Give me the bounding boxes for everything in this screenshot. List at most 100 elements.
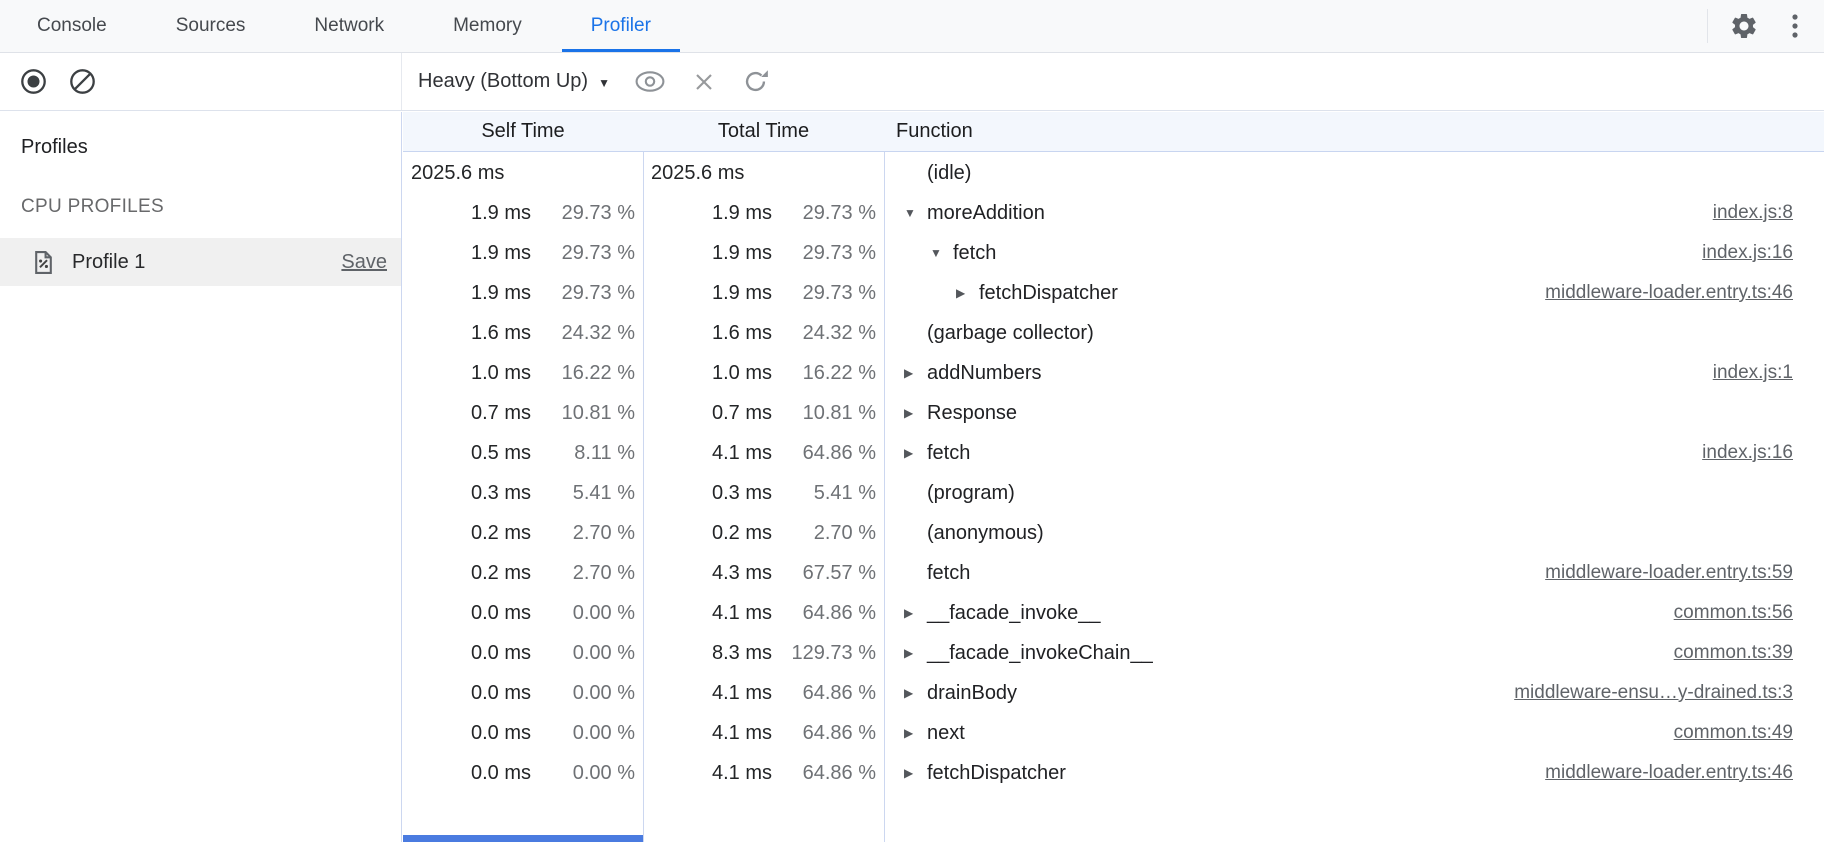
horizontal-scrollbar-thumb[interactable] bbox=[403, 835, 643, 842]
expand-right-icon[interactable]: ▶ bbox=[904, 646, 927, 660]
total-time-percent: 64.86 % bbox=[772, 762, 876, 785]
self-time-percent: 16.22 % bbox=[531, 362, 635, 385]
table-row[interactable]: 2025.6 ms2025.6 ms(idle) bbox=[403, 153, 1824, 193]
function-cell: ▼moreAddition index.js:8 bbox=[884, 202, 1824, 225]
self-time-ms: 0.0 ms bbox=[471, 642, 531, 665]
total-time-ms: 0.2 ms bbox=[712, 522, 772, 545]
self-time-cell: 0.0 ms0.00 % bbox=[403, 762, 643, 785]
expand-down-icon[interactable]: ▼ bbox=[904, 206, 927, 220]
profile-list-item[interactable]: Profile 1 Save bbox=[0, 238, 401, 286]
self-time-percent: 0.00 % bbox=[531, 722, 635, 745]
table-row[interactable]: 1.6 ms24.32 %1.6 ms24.32 %(garbage colle… bbox=[403, 313, 1824, 353]
record-button[interactable] bbox=[20, 68, 47, 95]
table-row[interactable]: 0.0 ms0.00 %4.1 ms64.86 %▶__facade_invok… bbox=[403, 593, 1824, 633]
expand-right-icon[interactable]: ▶ bbox=[904, 446, 927, 460]
self-time-cell: 1.6 ms24.32 % bbox=[403, 322, 643, 345]
expand-right-icon[interactable]: ▶ bbox=[904, 686, 927, 700]
source-location-link[interactable]: index.js:16 bbox=[1702, 442, 1824, 464]
tab-strip: ConsoleSourcesNetworkMemoryProfiler bbox=[0, 0, 680, 52]
source-location-link[interactable]: common.ts:56 bbox=[1674, 602, 1824, 624]
self-time-percent: 10.81 % bbox=[531, 402, 635, 425]
source-location-link[interactable]: middleware-loader.entry.ts:46 bbox=[1545, 762, 1824, 784]
self-time-column-header[interactable]: Self Time bbox=[403, 120, 643, 143]
function-name: (anonymous) bbox=[927, 522, 1044, 545]
restore-all-button[interactable] bbox=[742, 68, 769, 95]
total-time-cell: 1.0 ms16.22 % bbox=[643, 362, 884, 385]
table-header: Self Time Total Time Function bbox=[403, 112, 1824, 152]
total-time-ms: 4.1 ms bbox=[712, 442, 772, 465]
source-location-link[interactable]: common.ts:39 bbox=[1674, 642, 1824, 664]
table-row[interactable]: 0.0 ms0.00 %4.1 ms64.86 %▶fetchDispatche… bbox=[403, 753, 1824, 793]
profiler-toolbar: Heavy (Bottom Up) ▼ bbox=[0, 53, 1824, 111]
settings-button[interactable] bbox=[1729, 11, 1759, 41]
function-cell: ▶fetch index.js:16 bbox=[884, 442, 1824, 465]
total-time-cell: 0.7 ms10.81 % bbox=[643, 402, 884, 425]
table-row[interactable]: 1.0 ms16.22 %1.0 ms16.22 %▶addNumbersind… bbox=[403, 353, 1824, 393]
source-location-link[interactable]: middleware-loader.entry.ts:46 bbox=[1545, 282, 1824, 304]
function-column-header[interactable]: Function bbox=[884, 120, 1824, 143]
table-row[interactable]: 0.0 ms0.00 %4.1 ms64.86 %▶drainBodymiddl… bbox=[403, 673, 1824, 713]
self-time-percent: 2.70 % bbox=[531, 522, 635, 545]
tab-network[interactable]: Network bbox=[285, 0, 413, 52]
total-time-percent: 29.73 % bbox=[772, 242, 876, 265]
function-name: Response bbox=[927, 402, 1017, 425]
source-location-link[interactable]: index.js:16 bbox=[1702, 242, 1824, 264]
function-name: fetch bbox=[927, 442, 970, 465]
self-time-cell: 1.9 ms29.73 % bbox=[403, 282, 643, 305]
expand-down-icon[interactable]: ▼ bbox=[930, 246, 953, 260]
self-time-cell: 0.0 ms0.00 % bbox=[403, 602, 643, 625]
table-row[interactable]: 0.5 ms8.11 %4.1 ms64.86 %▶fetchindex.js:… bbox=[403, 433, 1824, 473]
expand-right-icon[interactable]: ▶ bbox=[904, 606, 927, 620]
expand-right-icon[interactable]: ▶ bbox=[904, 406, 927, 420]
source-location-link[interactable]: middleware-loader.entry.ts:59 bbox=[1545, 562, 1824, 584]
function-cell: ▶fetchDispatchermiddleware-loader.entry.… bbox=[884, 762, 1824, 785]
expand-right-icon[interactable]: ▶ bbox=[904, 366, 927, 380]
source-location-link[interactable]: index.js:8 bbox=[1713, 202, 1824, 224]
self-time-ms: 0.0 ms bbox=[471, 602, 531, 625]
total-time-cell: 0.2 ms2.70 % bbox=[643, 522, 884, 545]
clear-profiles-button[interactable] bbox=[69, 68, 96, 95]
record-icon bbox=[20, 68, 47, 95]
self-time-ms: 0.0 ms bbox=[471, 682, 531, 705]
save-profile-link[interactable]: Save bbox=[341, 251, 387, 274]
total-time-ms: 8.3 ms bbox=[712, 642, 772, 665]
profiles-sidebar: Profiles CPU PROFILES Profile 1 Save bbox=[0, 112, 402, 842]
refresh-icon bbox=[742, 68, 769, 95]
total-time-column-header[interactable]: Total Time bbox=[643, 120, 884, 143]
tab-bar-divider bbox=[1707, 9, 1708, 43]
table-row[interactable]: 0.3 ms5.41 %0.3 ms5.41 %(program) bbox=[403, 473, 1824, 513]
table-row[interactable]: 0.0 ms0.00 %4.1 ms64.86 %▶nextcommon.ts:… bbox=[403, 713, 1824, 753]
exclude-selected-button[interactable] bbox=[690, 68, 718, 96]
source-location-link[interactable]: common.ts:49 bbox=[1674, 722, 1824, 744]
tab-console[interactable]: Console bbox=[8, 0, 136, 52]
table-row[interactable]: 1.9 ms29.73 %1.9 ms29.73 %▶fetchDispatch… bbox=[403, 273, 1824, 313]
expand-right-icon[interactable]: ▶ bbox=[904, 766, 927, 780]
bottom-up-data-grid: Self Time Total Time Function 2025.6 ms2… bbox=[403, 112, 1824, 842]
function-cell: ▶__facade_invoke__common.ts:56 bbox=[884, 602, 1824, 625]
expand-right-icon[interactable]: ▶ bbox=[904, 726, 927, 740]
table-row[interactable]: 0.7 ms10.81 %0.7 ms10.81 %▶Response bbox=[403, 393, 1824, 433]
tab-profiler[interactable]: Profiler bbox=[562, 0, 680, 52]
total-time-percent: 24.32 % bbox=[772, 322, 876, 345]
focus-selected-button[interactable] bbox=[634, 70, 666, 93]
table-row[interactable]: 1.9 ms29.73 %1.9 ms29.73 %▼moreAdditioni… bbox=[403, 193, 1824, 233]
expand-right-icon[interactable]: ▶ bbox=[956, 286, 979, 300]
tab-sources[interactable]: Sources bbox=[147, 0, 275, 52]
function-name: moreAddition bbox=[927, 202, 1045, 225]
self-time-ms: 1.0 ms bbox=[471, 362, 531, 385]
table-row[interactable]: 1.9 ms29.73 %1.9 ms29.73 %▼fetchindex.js… bbox=[403, 233, 1824, 273]
self-time-ms: 0.0 ms bbox=[471, 722, 531, 745]
function-cell: (anonymous) bbox=[884, 522, 1824, 545]
total-time-ms: 4.3 ms bbox=[712, 562, 772, 585]
table-row[interactable]: 0.2 ms2.70 %4.3 ms67.57 %fetchmiddleware… bbox=[403, 553, 1824, 593]
profile-view-select[interactable]: Heavy (Bottom Up) ▼ bbox=[418, 70, 610, 93]
tab-memory[interactable]: Memory bbox=[424, 0, 551, 52]
more-options-button[interactable] bbox=[1780, 13, 1810, 39]
source-location-link[interactable]: middleware-ensu…y-drained.ts:3 bbox=[1514, 682, 1824, 704]
table-row[interactable]: 0.0 ms0.00 %8.3 ms129.73 %▶__facade_invo… bbox=[403, 633, 1824, 673]
table-row[interactable]: 0.2 ms2.70 %0.2 ms2.70 %(anonymous) bbox=[403, 513, 1824, 553]
total-time-cell: 8.3 ms129.73 % bbox=[643, 642, 884, 665]
total-time-ms: 0.7 ms bbox=[712, 402, 772, 425]
source-location-link[interactable]: index.js:1 bbox=[1713, 362, 1824, 384]
self-time-cell: 0.3 ms5.41 % bbox=[403, 482, 643, 505]
